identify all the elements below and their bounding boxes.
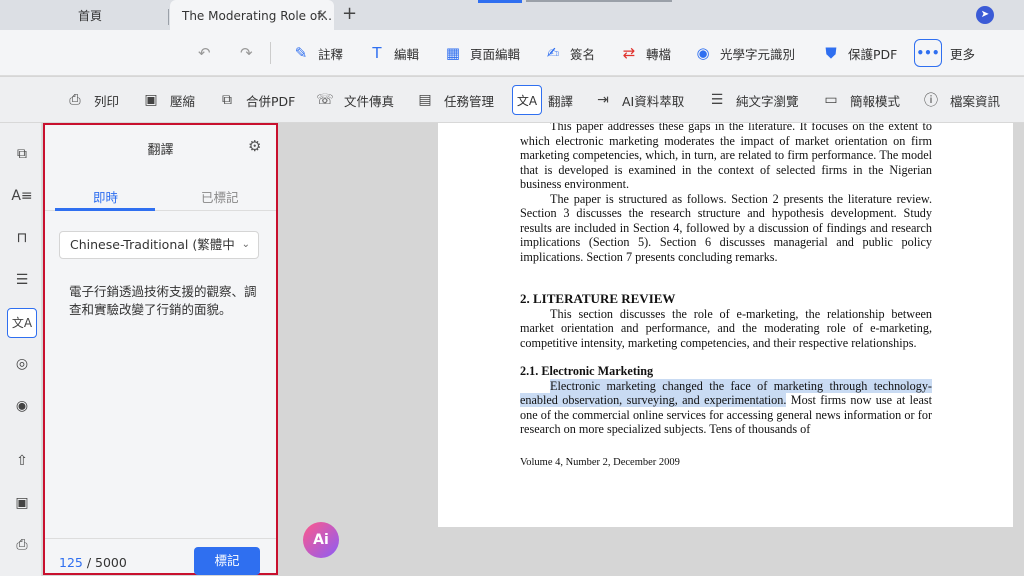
scroll-indicator [478,0,522,3]
scroll-indicator-track [526,0,672,2]
pen-icon: ✎ [294,44,308,62]
tab-live[interactable]: 即時 [93,187,118,206]
panel-tabs: 即時 已標記 [45,175,276,211]
edit-text-icon: T [372,44,382,62]
pdf-footer: Volume 4, Number 2, December 2009 [520,457,680,468]
shield-icon: ⛊ [825,44,837,62]
pdf-section-heading: 2. LITERATURE REVIEW [520,291,676,306]
convert-button[interactable]: ⇄ 轉檔 [620,30,671,76]
clipboard-icon: ▤ [418,92,432,108]
merge-pdf-button[interactable]: ⧉ 合併PDF [218,77,295,123]
export-icon: ⇥ [597,92,609,108]
ai-assistant-button[interactable]: Ai [303,522,339,558]
translation-panel: 翻譯 ⚙ 即時 已標記 Chinese-Traditional (繁體中 ⌄ 電… [43,123,278,575]
character-count: 125 / 5000 [59,555,127,570]
pdf-paragraph: Electronic marketing changed the face of… [520,378,932,436]
active-tab-underline [55,208,155,211]
print-sidebar-icon[interactable]: ⎙ [11,534,33,556]
language-select[interactable]: Chinese-Traditional (繁體中 ⌄ [59,231,259,259]
profile-avatar-icon[interactable]: ➤ [976,6,994,24]
sign-button[interactable]: ✍ 簽名 [544,30,595,76]
printer-icon: ⎙ [69,92,81,108]
fax-icon: ☏ [316,92,334,108]
list-icon[interactable]: ☰ [11,269,33,291]
compress-button[interactable]: ▣ 壓縮 [142,77,195,123]
pdf-body: This paper addresses these gaps in the l… [520,123,932,437]
ocr-button[interactable]: ◉ 光學字元識別 [694,30,795,76]
language-select-value: Chinese-Traditional (繁體中 [70,237,235,252]
protect-pdf-button[interactable]: ⛊ 保護PDF [822,30,897,76]
bookmark-icon[interactable]: ⊓ [11,227,33,249]
ai-extract-button[interactable]: ⇥ AI資料萃取 [594,77,684,123]
ocr-icon: ◉ [696,44,710,62]
share-icon[interactable]: ⇧ [11,450,33,472]
page-edit-button[interactable]: ▦ 頁面編輯 [444,30,520,76]
tab-document[interactable]: The Moderating Role of... ✕ [170,0,334,30]
compress-icon: ▣ [144,92,158,108]
grid-icon: ▦ [445,44,461,62]
panel-footer: 125 / 5000 標記 [45,538,276,575]
plain-text-view-button[interactable]: ☰ 純文字瀏覽 [708,77,799,123]
translate-sidebar-icon[interactable]: 文A [7,308,37,338]
merge-icon: ⧉ [222,92,232,108]
close-icon[interactable]: ✕ [316,0,328,32]
edit-button[interactable]: T 編輯 [368,30,419,76]
tab-bar: 首頁 The Moderating Role of... ✕ + ➤ [0,0,1024,30]
tab-marked[interactable]: 已標記 [201,187,239,206]
translate-button[interactable]: 文A 翻譯 [512,77,573,123]
redo-icon[interactable]: ↷ [240,44,253,62]
chevron-down-icon: ⌄ [241,239,250,250]
save-icon[interactable]: ▣ [11,492,33,514]
toolbar-divider [270,42,271,64]
fax-button[interactable]: ☏ 文件傳真 [316,77,394,123]
gear-icon[interactable]: ⚙ [248,137,261,155]
eye-reader-icon[interactable]: ◉ [11,395,33,417]
translation-output: 電子行銷透過技術支援的觀察、調查和實驗改變了行銷的面貌。 [69,284,257,317]
presentation-mode-button[interactable]: ▭ 簡報模式 [822,77,900,123]
more-dots-icon: ••• [914,39,942,67]
text-format-icon[interactable]: A≡ [11,185,33,207]
annotate-button[interactable]: ✎ 註釋 [292,30,343,76]
pages-icon[interactable]: ⧉ [11,143,33,165]
text-doc-icon: ☰ [710,92,724,108]
ai-chat-icon[interactable]: ◎ [11,353,33,375]
tab-divider [168,9,169,25]
panel-title: 翻譯 [147,143,174,158]
pdf-subsection-heading: 2.1. Electronic Marketing [520,364,654,378]
pdf-paragraph: This paper addresses these gaps in the l… [520,123,932,191]
pdf-page: This paper addresses these gaps in the l… [438,123,1013,527]
pdf-paragraph: This section discusses the role of e-mar… [520,306,932,350]
tab-home[interactable]: 首頁 [0,0,170,30]
file-info-button[interactable]: ⓘ 檔案資訊 [922,77,1000,123]
translate-icon: 文A [512,85,542,115]
add-tab-icon[interactable]: + [342,3,357,24]
convert-arrows-icon: ⇄ [622,44,636,62]
tab-document-title: The Moderating Role of... [182,9,332,23]
undo-icon[interactable]: ↶ [198,44,211,62]
info-icon: ⓘ [924,93,938,109]
pdf-paragraph: The paper is structured as follows. Sect… [520,191,932,264]
task-manager-button[interactable]: ▤ 任務管理 [416,77,494,123]
signature-icon: ✍ [546,44,560,62]
more-button[interactable]: ••• 更多 [914,30,975,76]
print-button[interactable]: ⎙ 列印 [66,77,119,123]
monitor-icon: ▭ [824,92,838,108]
mark-button[interactable]: 標記 [194,547,260,575]
left-sidebar: ⧉ A≡ ⊓ ☰ 文A ◎ ◉ ⇧ ▣ ⎙ [0,123,42,576]
